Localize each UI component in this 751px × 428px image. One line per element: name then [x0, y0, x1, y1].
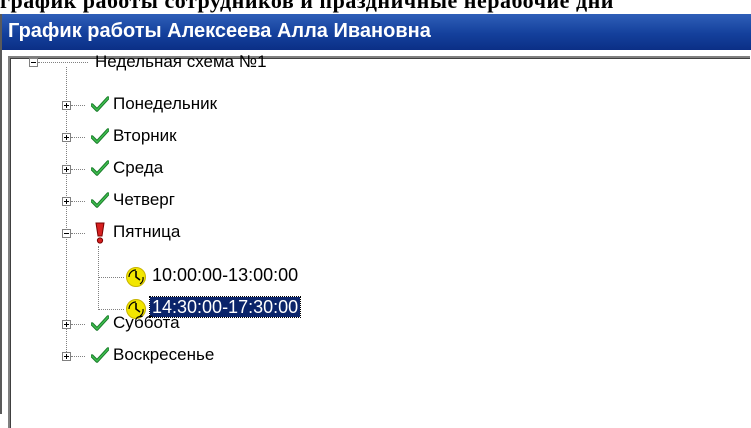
clock-icon [126, 267, 146, 287]
title-bar: График работы Алексеева Алла Ивановна [2, 14, 751, 50]
tree-line [98, 277, 124, 278]
clipped-heading: график работы сотрудников и праздничные … [0, 0, 751, 14]
tree-item-day[interactable]: Вторник [113, 126, 177, 146]
check-icon [91, 128, 109, 144]
tree-line [71, 169, 85, 170]
tree-line [98, 246, 99, 310]
tree-line [71, 137, 85, 138]
check-icon [91, 160, 109, 176]
tree-item-day[interactable]: Пятница [113, 222, 180, 242]
tree-line [71, 233, 85, 234]
tree-line [38, 62, 88, 63]
tree-item-day[interactable]: Четверг [113, 190, 175, 210]
schedule-window: График работы Алексеева Алла Ивановна Не… [0, 14, 751, 428]
day-expand-toggle[interactable] [62, 133, 71, 142]
day-expand-toggle[interactable] [62, 165, 71, 174]
clipped-heading-text: график работы сотрудников и праздничные … [0, 0, 614, 13]
tree-line [71, 356, 85, 357]
tree-root-label[interactable]: Недельная схема №1 [95, 52, 267, 72]
tree-line [98, 309, 124, 310]
exclamation-icon [95, 222, 105, 244]
day-expand-toggle[interactable] [62, 352, 71, 361]
tree-item-day[interactable]: Среда [113, 158, 163, 178]
day-expand-toggle[interactable] [62, 101, 71, 110]
tree-view[interactable]: Недельная схема №1 Понедельник Вторник С… [2, 50, 751, 428]
tree-item-day[interactable]: Суббота [113, 313, 180, 333]
tree-line [71, 201, 85, 202]
tree-line [66, 67, 67, 356]
tree-line [71, 324, 85, 325]
day-expand-toggle[interactable] [62, 197, 71, 206]
window-title: График работы Алексеева Алла Ивановна [8, 20, 431, 42]
day-collapse-toggle[interactable] [62, 229, 71, 238]
tree-item-day[interactable]: Понедельник [113, 94, 217, 114]
tree-item-day[interactable]: Воскресенье [113, 345, 214, 365]
day-expand-toggle[interactable] [62, 320, 71, 329]
check-icon [91, 96, 109, 112]
check-icon [91, 315, 109, 331]
tree-line [71, 105, 85, 106]
tree-item-interval[interactable]: 10:00:00-13:00:00 [152, 265, 298, 285]
root-collapse-toggle[interactable] [29, 58, 38, 67]
check-icon [91, 347, 109, 363]
check-icon [91, 192, 109, 208]
